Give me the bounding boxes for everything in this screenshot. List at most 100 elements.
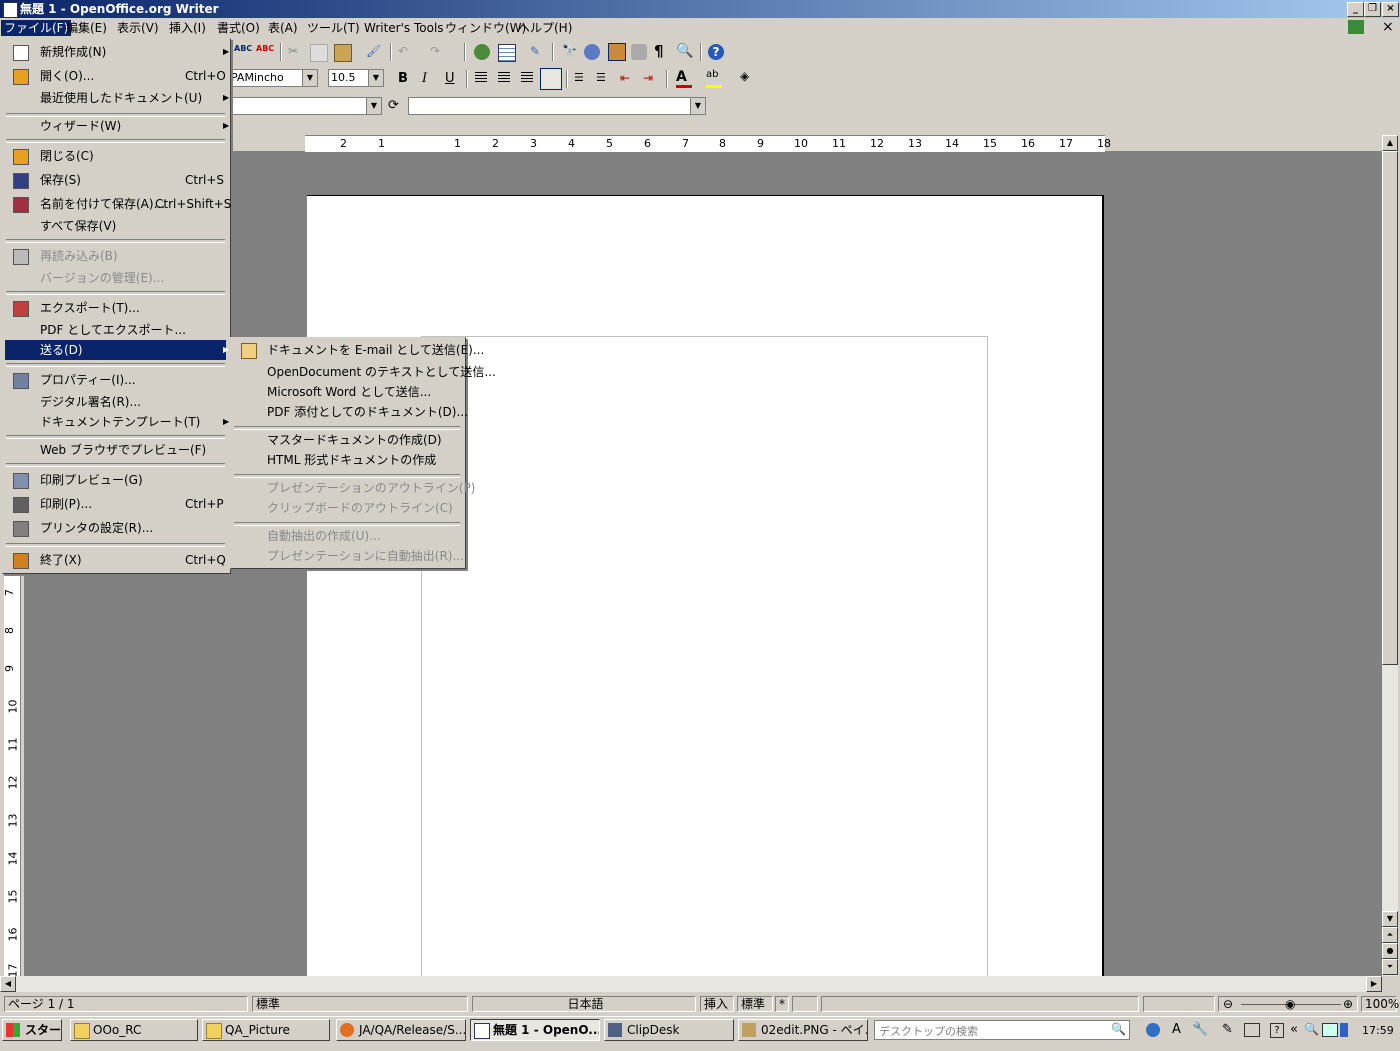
file-menu-item-11[interactable]: PDF としてエクスポート... [5,320,226,340]
start-button[interactable]: スタート [2,1019,62,1041]
file-menu-item-16[interactable]: Web ブラウザでプレビュー(F) [5,440,226,460]
help-icon[interactable]: ? [708,44,724,60]
file-menu-item-15[interactable]: ドキュメントテンプレート(T) ▶ [5,412,229,432]
highlighting-icon[interactable]: ab [706,69,722,88]
selection-mode[interactable]: 標準 [737,996,773,1012]
input-pad-icon[interactable] [1244,1023,1260,1037]
file-menu-item-13[interactable]: プロパティー(I)... [5,370,226,390]
zoom-in-icon[interactable]: ⊕ [1343,997,1353,1011]
minimize-button[interactable]: _ [1347,2,1364,17]
paste-icon[interactable] [334,44,352,62]
file-menu-item-0[interactable]: 新規作成(N) ▶ [5,42,229,62]
desktop-search-input[interactable]: デスクトップの検索 🔍 [874,1020,1130,1040]
file-menu-item-20[interactable]: 終了(X) Ctrl+Q [5,550,226,570]
monitor-icon[interactable] [1322,1023,1338,1037]
horizontal-ruler[interactable]: 2 1 1 2 3 4 5 6 7 8 9 10 11 12 13 14 15 16 17 18 [305,135,1111,153]
file-menu-item-3[interactable]: ウィザード(W) ▶ [5,116,229,136]
send-menu-item-1[interactable]: OpenDocument のテキストとして送信... [233,362,496,382]
network-icon[interactable]: 🔍 [1304,1022,1319,1036]
menu-writers-tools[interactable]: Writer's Tools [361,20,447,36]
scroll-thumb[interactable] [1382,151,1398,665]
data-sources-icon[interactable] [631,44,647,60]
page-style[interactable]: 標準 [252,996,468,1012]
justify-icon[interactable] [540,68,562,90]
refresh-icon[interactable]: ⟳ [388,98,404,114]
autospellcheck-icon[interactable]: ABC [256,44,274,60]
send-menu-item-4[interactable]: マスタードキュメントの作成(D) [233,430,461,450]
scroll-down-button[interactable]: ▼ [1382,911,1398,927]
send-menu-item-9[interactable]: プレゼンテーションに自動抽出(R)... [233,546,464,566]
volume-icon[interactable] [1340,1023,1348,1037]
menu-insert[interactable]: 挿入(I) [166,20,209,36]
underline-icon[interactable]: U [445,71,461,87]
file-menu-item-8[interactable]: 再読み込み(B) [5,246,226,266]
cut-icon[interactable]: ✂ [288,44,304,60]
search-icon[interactable]: 🔍 [1111,1022,1126,1036]
redo-icon[interactable]: ↷ [430,44,446,60]
send-menu-item-0[interactable]: ドキュメントを E-mail として送信(E)... [233,340,484,360]
expand-tray-icon[interactable]: « [1290,1022,1298,1037]
scroll-up-button[interactable]: ▲ [1382,135,1398,151]
url-combo[interactable]: ▼ [408,97,706,115]
table-icon[interactable] [498,44,516,62]
pen-icon[interactable]: ✎ [1222,1022,1233,1037]
previous-page-button[interactable]: ⏶ [1382,927,1398,943]
show-draw-functions-icon[interactable]: ✎ [530,44,546,60]
file-menu-item-14[interactable]: デジタル署名(R)... [5,392,226,412]
gallery-icon[interactable] [608,43,626,61]
page-indicator[interactable]: ページ 1 / 1 [4,996,248,1012]
scroll-left-button[interactable]: ◀ [0,976,16,992]
restore-button[interactable]: ❐ [1364,2,1381,17]
task-paint[interactable]: 02edit.PNG - ペイ... [738,1019,868,1041]
insert-mode[interactable]: 挿入 [700,996,734,1012]
close-button[interactable]: × [1382,2,1399,17]
background-color-icon[interactable]: ◈ [740,69,756,85]
send-menu-item-5[interactable]: HTML 形式ドキュメントの作成 [233,450,461,470]
numbering-icon[interactable]: ☰ [574,71,590,87]
tools-icon[interactable]: 🔧 [1192,1022,1208,1037]
file-menu-item-2[interactable]: 最近使用したドキュメント(U) ▶ [5,88,229,108]
task-qa-picture[interactable]: QA_Picture [202,1019,330,1041]
file-menu-item-7[interactable]: すべて保存(V) [5,216,226,236]
send-menu-item-7[interactable]: クリップボードのアウトライン(C) [233,498,461,518]
ime-icon[interactable]: A [1172,1022,1181,1037]
update-icon[interactable] [1348,20,1364,34]
menu-table[interactable]: 表(A) [265,20,301,36]
writer-app-icon[interactable] [3,2,18,18]
undo-icon[interactable]: ↶ [398,44,414,60]
menu-view[interactable]: 表示(V) [114,20,162,36]
file-menu-item-12[interactable]: 送る(D) ▶ [5,340,229,360]
send-menu-item-3[interactable]: PDF 添付としてのドキュメント(D)... [233,402,468,422]
bold-icon[interactable]: B [398,71,414,87]
copy-icon[interactable] [310,44,328,62]
file-menu-item-17[interactable]: 印刷プレビュー(G) [5,470,226,490]
close-document-icon[interactable]: × [1382,19,1394,35]
horizontal-scrollbar[interactable]: ◀ ▶ [0,976,1382,992]
menu-tools[interactable]: ツール(T) [304,20,363,36]
increase-indent-icon[interactable]: ⇥ [643,71,659,87]
next-page-button[interactable]: ⏷ [1382,959,1398,975]
zoom-level[interactable]: 100% [1361,996,1399,1012]
zoom-thumb[interactable]: ◉ [1285,997,1295,1011]
file-menu-item-18[interactable]: 印刷(P)... Ctrl+P [5,494,226,514]
navigator-icon[interactable] [584,44,600,60]
menu-format[interactable]: 書式(O) [214,20,263,36]
align-left-icon[interactable] [475,72,487,83]
spellcheck-icon[interactable]: ABC [234,44,252,60]
scroll-right-button[interactable]: ▶ [1366,976,1382,992]
task-writer[interactable]: 無題 1 - OpenO... [470,1019,600,1041]
align-right-icon[interactable] [521,72,533,83]
send-menu-item-8[interactable]: 自動抽出の作成(U)... [233,526,461,546]
menu-file[interactable]: ファイル(F) [1,20,72,36]
zoom-out-icon[interactable]: ⊖ [1223,997,1233,1011]
signature-indicator[interactable] [792,996,818,1012]
file-menu-item-1[interactable]: 開く(O)... Ctrl+O [5,66,226,86]
file-menu-item-10[interactable]: エクスポート(T)... [5,298,226,318]
menu-help[interactable]: ヘルプ(H) [515,20,575,36]
zoom-slider[interactable]: ⊖ ◉ ⊕ [1218,996,1358,1012]
help-tray-icon[interactable]: ? [1270,1023,1284,1038]
font-name-combo[interactable]: PAMincho ▼ [228,69,318,87]
file-menu-item-5[interactable]: 保存(S) Ctrl+S [5,170,226,190]
file-menu-item-4[interactable]: 閉じる(C) [5,146,226,166]
url-name-combo[interactable]: ▼ [230,97,382,115]
